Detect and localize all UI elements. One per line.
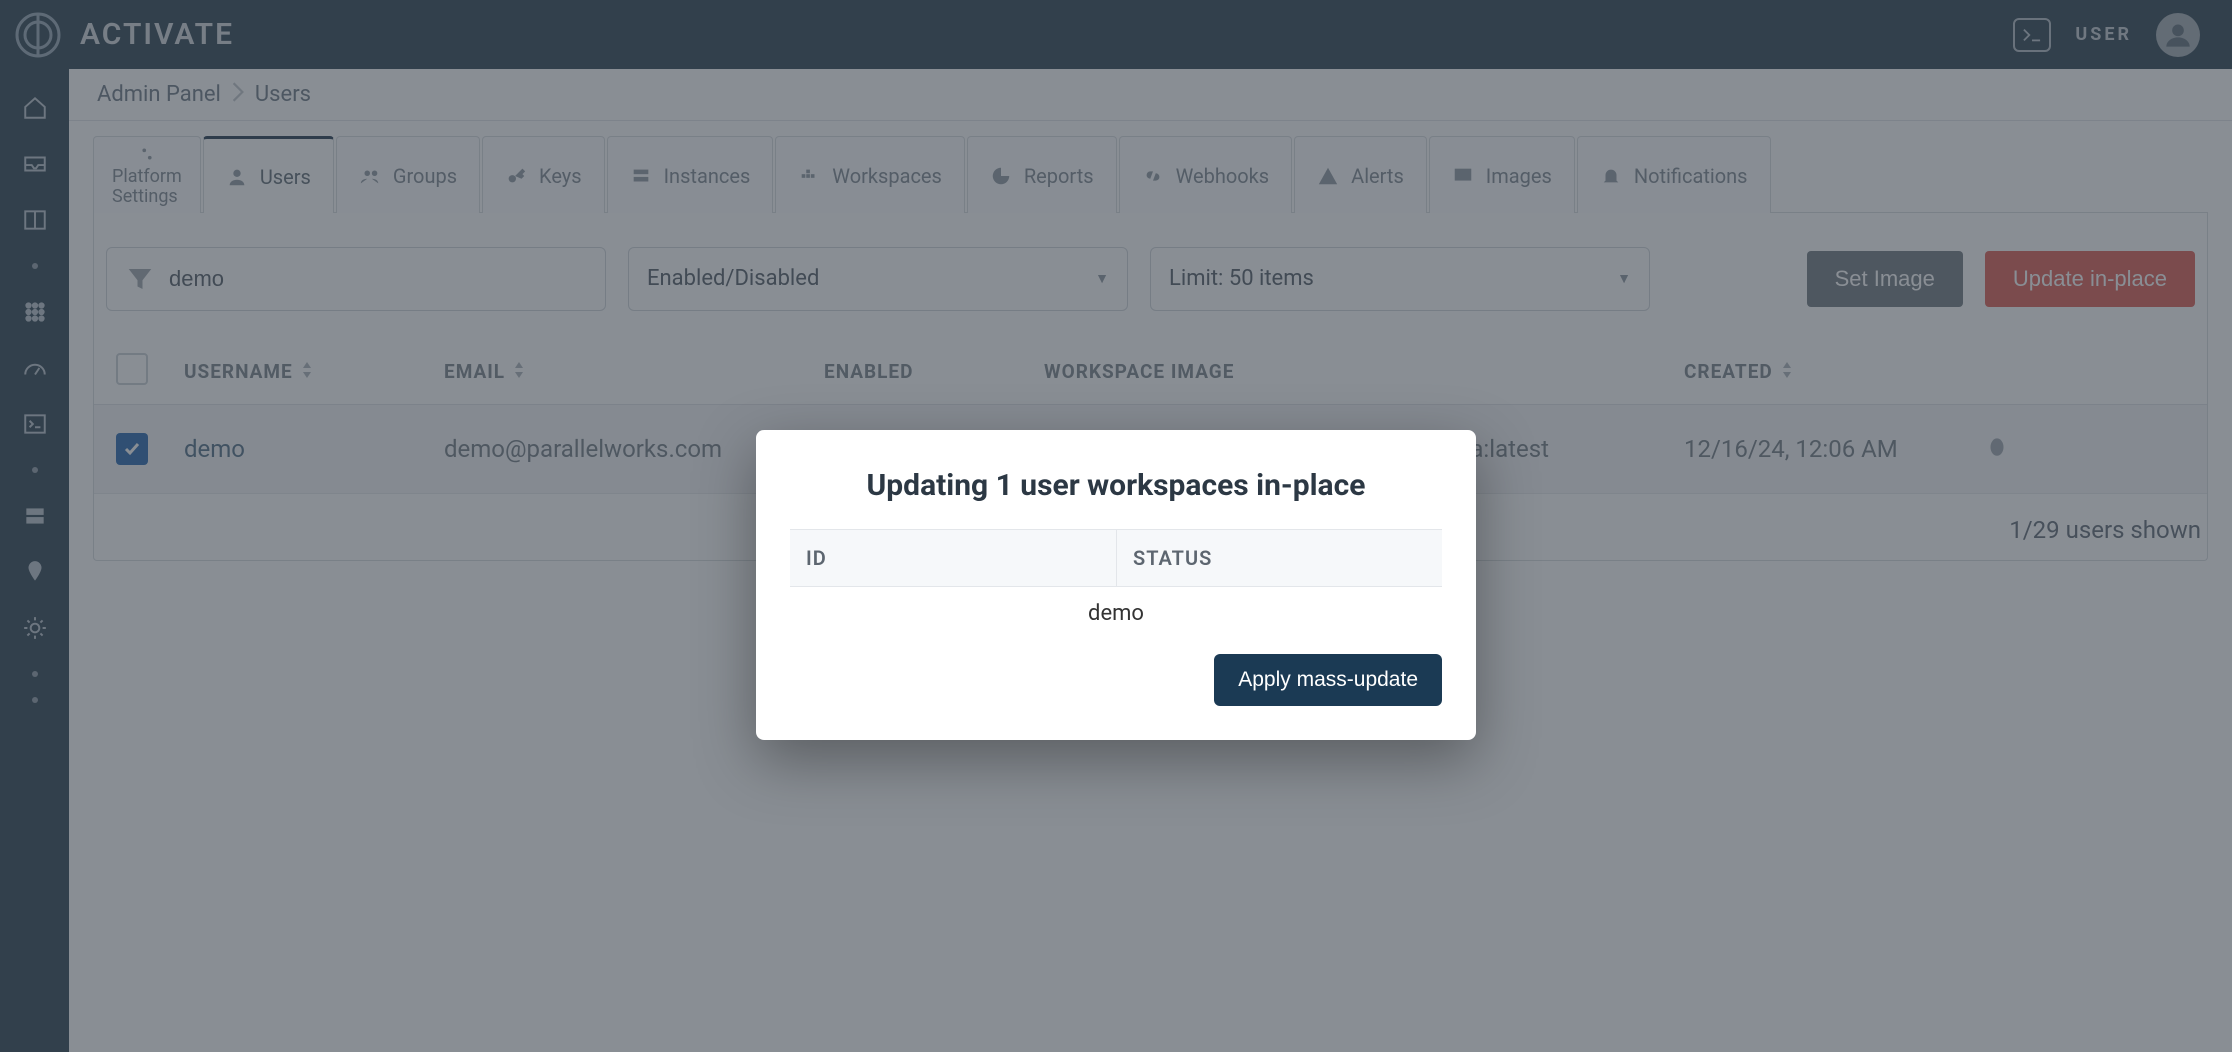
- modal-table-header: ID STATUS: [790, 529, 1442, 587]
- apply-mass-update-button[interactable]: Apply mass-update: [1214, 654, 1442, 706]
- modal-col-status: STATUS: [1116, 530, 1442, 586]
- modal-col-id: ID: [790, 530, 1116, 586]
- modal-table: ID STATUS demo: [790, 529, 1442, 640]
- update-modal: Updating 1 user workspaces in-place ID S…: [756, 430, 1476, 740]
- modal-title: Updating 1 user workspaces in-place: [790, 468, 1442, 503]
- modal-row-id: demo: [790, 587, 1442, 640]
- modal-overlay[interactable]: Updating 1 user workspaces in-place ID S…: [0, 0, 2232, 1052]
